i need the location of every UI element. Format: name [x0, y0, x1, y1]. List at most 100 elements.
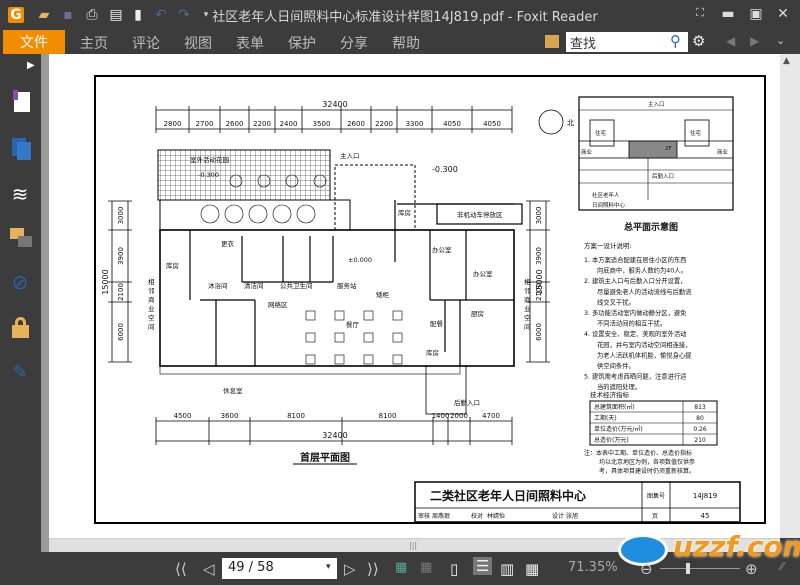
tab-help[interactable]: 帮助	[392, 33, 420, 53]
neighbor-label: 相	[148, 277, 155, 286]
room-bath: 沐浴间	[208, 281, 228, 290]
level-mark-right: -0.300	[432, 165, 458, 174]
facing-page-icon[interactable]: ▥	[500, 560, 514, 578]
top-total-dim: 32400	[322, 100, 347, 109]
single-page-icon[interactable]: ▯	[450, 560, 458, 578]
zoom-level[interactable]: 71.35%	[568, 560, 618, 575]
layers-icon[interactable]: ≋	[8, 182, 32, 206]
bottom-dim: 3600	[221, 412, 239, 420]
titleblock-name: 二类社区老年人日间照料中心	[430, 488, 586, 503]
close-button[interactable]: ✕	[773, 6, 793, 22]
next-page-icon[interactable]: ▷	[344, 560, 356, 578]
watermark-text: uzzf.com	[673, 530, 800, 563]
folder-search-icon[interactable]	[545, 35, 559, 48]
zoom-out-icon[interactable]: ⊖	[640, 560, 653, 578]
room-change: 更衣	[221, 239, 235, 248]
north-label: 北	[567, 119, 574, 127]
left-dim: 3900	[117, 247, 125, 265]
tech-value: 813	[694, 404, 706, 411]
prev-arrow-icon[interactable]: ◀	[726, 34, 735, 48]
new-document-icon[interactable]: ▮	[130, 7, 146, 23]
status-bar: ⟨⟨ ◁ 49 / 58 ▾ ▷ ⟩⟩ ▦ ▦ ▯ ☰ ▥ ▦ 71.35% u…	[0, 530, 800, 585]
zoom-in-icon[interactable]: ⊕	[745, 560, 758, 578]
resize-grip-icon[interactable]: ⁄⁄	[780, 560, 784, 573]
maximize-button[interactable]: ▣	[746, 6, 766, 22]
undo-icon[interactable]: ↶	[153, 7, 169, 23]
page-dropdown-icon[interactable]: ▾	[326, 562, 331, 572]
tech-heading: 技术经济指标	[590, 390, 630, 399]
tech-value: 210	[694, 437, 706, 444]
site-house: 住宅	[595, 129, 607, 137]
settings-gear-icon[interactable]: ⚙	[692, 32, 705, 50]
site-back-entry: 后勤入口	[652, 172, 674, 180]
atlas-label: 图集号	[647, 492, 665, 500]
tech-label: 总造价(万元)	[594, 436, 629, 444]
site-house: 住宅	[690, 129, 702, 137]
neighbor-label: 间	[148, 323, 155, 331]
continuous-facing-icon[interactable]: ▦	[525, 560, 539, 578]
open-folder-icon[interactable]: ▰	[36, 7, 52, 23]
tab-home[interactable]: 主页	[80, 33, 108, 53]
site-plan-title: 总平面示意图	[624, 221, 678, 233]
tech-label: 单位造价(万元/㎡)	[594, 425, 643, 433]
atlas-number: 14J819	[693, 492, 717, 500]
attachment-icon[interactable]: ⊘	[8, 270, 32, 294]
scan-icon[interactable]: ▤	[108, 7, 124, 23]
note-line: 不同活动间的相互干扰。	[597, 319, 666, 328]
tab-view[interactable]: 视图	[184, 33, 212, 53]
bottom-dim: 1400	[432, 412, 450, 420]
expand-panel-icon[interactable]: ▶	[27, 60, 35, 71]
tab-comment[interactable]: 评论	[132, 33, 160, 53]
room-storage: 库房	[398, 208, 411, 217]
security-lock-icon[interactable]	[8, 316, 32, 340]
bookmark-icon[interactable]	[8, 90, 32, 114]
role-label: 审核	[418, 512, 430, 520]
room-kitchen: 厨房	[471, 309, 484, 318]
note-line: 尽量避免老人的活动流线与后勤流	[597, 287, 692, 296]
neighbor-label: 邻	[148, 286, 155, 295]
next-arrow-icon[interactable]: ▶	[750, 34, 759, 48]
left-dim: 6000	[117, 323, 125, 341]
back-entry-label: 后勤入口	[454, 398, 480, 407]
comments-icon[interactable]	[8, 226, 32, 250]
prev-page-icon[interactable]: ◁	[203, 560, 215, 578]
left-dim: 3000	[117, 207, 125, 225]
tab-form[interactable]: 表单	[236, 33, 264, 53]
top-dim: 2800	[164, 120, 182, 128]
tab-protect[interactable]: 保护	[288, 33, 316, 53]
last-page-icon[interactable]: ⟩⟩	[367, 560, 379, 578]
next-view-icon[interactable]: ▦	[420, 560, 432, 575]
neighbor-label: 间	[524, 323, 531, 331]
site-label: 社区老年人	[592, 191, 620, 199]
print-icon[interactable]: ⎙	[84, 7, 100, 23]
zoom-slider[interactable]	[660, 563, 740, 574]
room-clean: 清洁间	[244, 281, 264, 290]
tab-file[interactable]: 文件	[3, 30, 65, 54]
pages-icon[interactable]	[8, 136, 32, 160]
previous-view-icon[interactable]: ▦	[395, 560, 407, 575]
search-icon[interactable]: ⚲	[670, 32, 681, 50]
continuous-page-icon[interactable]: ☰	[473, 557, 493, 575]
fullscreen-button[interactable]: ⛶	[690, 6, 710, 20]
notes-heading: 方案一设计说明:	[584, 241, 632, 250]
page-number: 45	[701, 512, 710, 520]
room-office: 办公室	[473, 269, 493, 278]
tab-share[interactable]: 分享	[340, 33, 368, 53]
room-office: 办公室	[432, 245, 452, 254]
left-dim: 2100	[117, 283, 125, 301]
panel-splitter[interactable]	[41, 54, 49, 554]
level-mark: -0.300	[198, 171, 219, 179]
note-line: 当的遮阳处理。	[597, 382, 641, 391]
title-bar: G ▰ ▪ ⎙ ▤ ▮ ↶ ↷ ▾ 社区老年人日间照料中心标准设计样图14J81…	[0, 0, 800, 30]
main-entry-label: 主入口	[340, 151, 360, 160]
foxit-logo-icon: G	[8, 7, 24, 23]
minimize-button[interactable]: ▬	[718, 6, 738, 22]
collapse-ribbon-icon[interactable]: ⌄	[776, 34, 785, 47]
vertical-scrollbar[interactable]: ▲	[780, 54, 800, 538]
bottom-dim: 8100	[287, 412, 305, 420]
save-icon[interactable]: ▪	[60, 7, 76, 23]
first-page-icon[interactable]: ⟨⟨	[175, 560, 187, 578]
page-number-input[interactable]: 49 / 58	[222, 558, 337, 579]
signature-pen-icon[interactable]: ✎	[8, 362, 32, 386]
tech-label: 工期(天)	[594, 414, 617, 422]
